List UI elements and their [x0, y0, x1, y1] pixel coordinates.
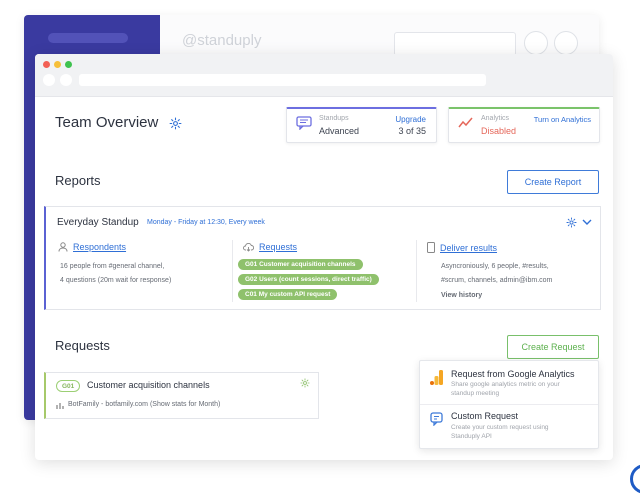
analytics-status: Disabled: [481, 126, 517, 136]
app-window: Team Overview Standups Advanced Upgrade …: [35, 54, 613, 460]
menu-item-title: Custom Request: [451, 411, 519, 421]
gear-icon[interactable]: [169, 117, 182, 130]
gear-icon[interactable]: [566, 217, 577, 228]
standup-name: Everyday Standup: [57, 217, 139, 228]
standup-report-card: Everyday Standup Monday - Friday at 12:3…: [44, 206, 601, 310]
respondents-column: Respondents 16 people from #general chan…: [46, 240, 231, 302]
request-source: BotFamily - botfamily.com (Show stats fo…: [68, 401, 221, 408]
standups-stat-card: Standups Advanced Upgrade 3 of 35: [286, 107, 437, 143]
browser-chrome: [35, 54, 613, 97]
request-tag[interactable]: G02 Users (count sessions, direct traffi…: [238, 274, 379, 285]
respondents-line-1: 16 people from #general channel,: [60, 263, 165, 270]
document-icon: [427, 242, 435, 253]
chevron-down-icon[interactable]: [582, 219, 592, 226]
forward-button[interactable]: [60, 74, 72, 86]
view-history-link[interactable]: View history: [441, 289, 482, 302]
menu-item-description: Create your custom request using: [451, 424, 549, 431]
google-analytics-icon: [430, 370, 443, 385]
custom-request-icon: [430, 412, 443, 426]
gear-icon[interactable]: [300, 378, 310, 388]
cloud-download-icon: [243, 243, 254, 252]
deliver-line-2: #scrum, channels, admin@ibm.com: [441, 277, 553, 284]
menu-item-description: standup meeting: [451, 390, 500, 397]
requests-link[interactable]: Requests: [243, 242, 297, 252]
request-tag[interactable]: C01 My custom API request: [238, 289, 338, 300]
page-title: Team Overview: [55, 114, 159, 131]
background-sidebar-pill: [48, 33, 128, 43]
minimize-window-dot[interactable]: [54, 61, 61, 68]
menu-item-description: Standuply API: [451, 433, 492, 440]
respondents-line-2: 4 questions (20m wait for response): [60, 277, 172, 284]
create-report-button[interactable]: Create Report: [507, 170, 599, 194]
turn-on-analytics-link[interactable]: Turn on Analytics: [534, 115, 591, 124]
page-title-row: Team Overview: [55, 114, 182, 131]
request-code-badge: G01: [56, 380, 81, 392]
deliver-results-heading: Deliver results: [440, 242, 498, 253]
background-search-field: [394, 32, 516, 56]
analytics-label: Analytics: [481, 115, 510, 122]
standups-label: Standups: [319, 115, 349, 122]
request-name: Customer acquisition channels: [87, 380, 210, 390]
background-circle-button: [524, 31, 548, 55]
menu-item-custom-request[interactable]: Custom Request Create your custom reques…: [420, 404, 598, 448]
deliver-column: Deliver results Asyncroniously, 6 people…: [416, 240, 600, 302]
analytics-stat-card: Analytics Disabled Turn on Analytics: [448, 107, 600, 143]
create-request-menu: Request from Google Analytics Share goog…: [419, 360, 599, 449]
deliver-line-1: Asyncroniously, 6 people, #results,: [441, 263, 549, 270]
request-card[interactable]: G01 Customer acquisition channels BotFam…: [44, 372, 319, 419]
requests-section-heading: Requests: [55, 338, 110, 353]
respondents-link[interactable]: Respondents: [58, 242, 126, 252]
deliver-results-link[interactable]: Deliver results: [427, 242, 497, 253]
bar-chart-icon: [56, 403, 64, 409]
standup-schedule[interactable]: Monday - Friday at 12:30, Every week: [147, 219, 265, 226]
menu-item-google-analytics[interactable]: Request from Google Analytics Share goog…: [420, 361, 598, 404]
menu-item-title: Request from Google Analytics: [451, 369, 575, 379]
reports-heading: Reports: [55, 173, 101, 188]
respondents-heading: Respondents: [73, 242, 127, 252]
background-handle: @standuply: [182, 32, 262, 49]
request-tag[interactable]: G01 Customer acquisition channels: [238, 259, 363, 270]
requests-column: Requests G01 Customer acquisition channe…: [232, 240, 416, 302]
standups-plan: Advanced: [319, 126, 360, 136]
maximize-window-dot[interactable]: [65, 61, 72, 68]
requests-heading: Requests: [259, 242, 298, 252]
background-circle-button: [554, 31, 578, 55]
trend-chart-icon: [458, 117, 473, 128]
chat-icon: [296, 116, 312, 130]
standups-count: 3 of 35: [398, 126, 426, 136]
create-request-button[interactable]: Create Request: [507, 335, 599, 359]
close-window-dot[interactable]: [43, 61, 50, 68]
back-button[interactable]: [43, 74, 55, 86]
menu-item-description: Share google analytics metric on your: [451, 381, 560, 388]
upgrade-link[interactable]: Upgrade: [395, 115, 426, 124]
corner-decoration: [630, 464, 640, 494]
address-bar[interactable]: [79, 74, 486, 86]
person-icon: [58, 242, 68, 252]
